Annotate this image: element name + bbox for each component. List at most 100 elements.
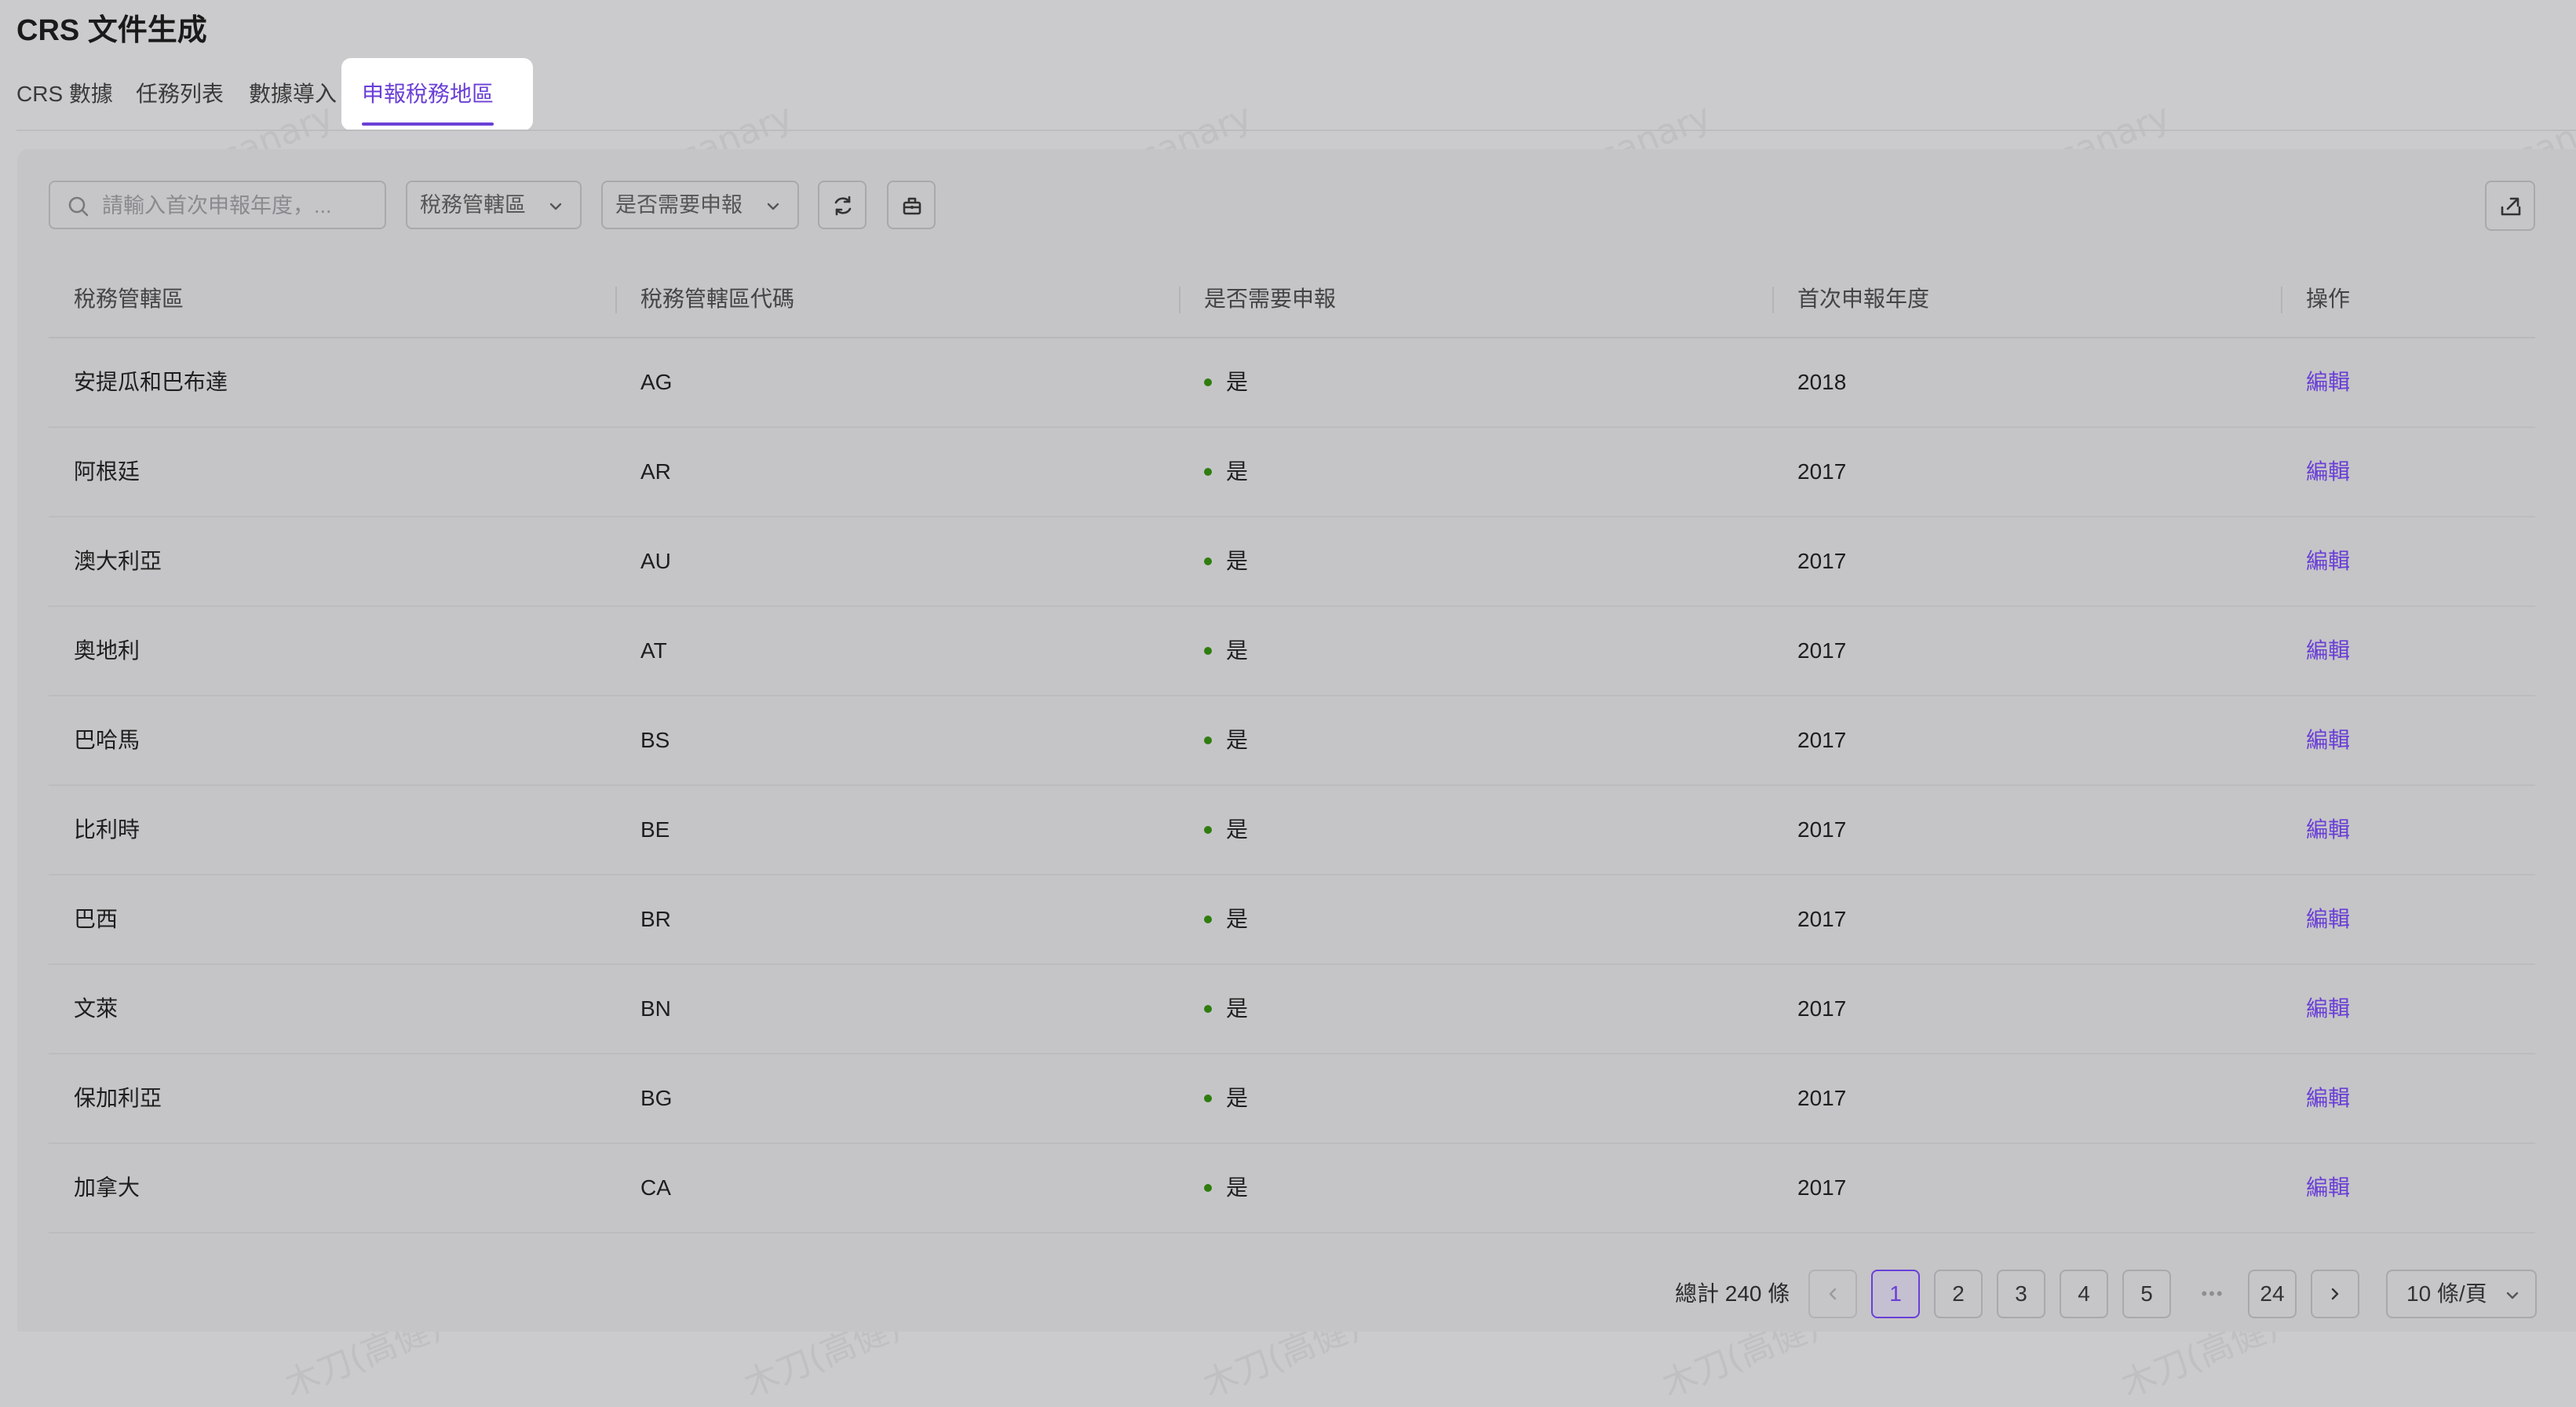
cell-code: AG: [640, 370, 673, 394]
cell-jurisdiction: 文萊: [74, 996, 119, 1021]
export-icon: [2501, 197, 2521, 216]
status-dot: [1204, 646, 1212, 655]
needs-report-value: 是: [1226, 996, 1249, 1021]
page-size-select[interactable]: 10 條/頁: [2386, 1270, 2537, 1318]
cell-code: CA: [640, 1175, 671, 1200]
cell-first-year: 2017: [1797, 549, 1847, 573]
column-header-needs-report: 是否需要申報: [1204, 287, 1337, 311]
cell-needs-report: 是: [1204, 338, 1248, 426]
table-row: 巴西 BR 是 2017 編輯: [49, 875, 2535, 965]
column-header-first-year: 首次申報年度: [1797, 287, 1930, 311]
pagination-page-5[interactable]: 5: [2122, 1270, 2171, 1318]
column-divider: [1772, 287, 1774, 313]
cell-code: BE: [640, 817, 670, 842]
cell-code: BN: [640, 996, 671, 1021]
cell-actions: 編輯: [2306, 428, 2350, 516]
clear-filter-button[interactable]: [887, 181, 936, 229]
cell-first-year: 2018: [1797, 370, 1847, 394]
edit-link[interactable]: 編輯: [2306, 817, 2350, 842]
needs-report-value: 是: [1226, 638, 1249, 663]
page-size-label: 10 條/頁: [2406, 1281, 2487, 1306]
active-tab-indicator: [362, 122, 494, 126]
cell-actions: 編輯: [2306, 696, 2350, 784]
tab-data-import[interactable]: 數據導入: [249, 58, 337, 130]
chevron-right-icon: [2331, 1288, 2339, 1299]
edit-link[interactable]: 編輯: [2306, 459, 2350, 484]
tab-task-list[interactable]: 任務列表: [136, 58, 224, 130]
pagination-ellipsis[interactable]: •••: [2192, 1270, 2233, 1318]
cell-first-year: 2017: [1797, 907, 1847, 931]
needs-report-value: 是: [1226, 549, 1249, 573]
search-input[interactable]: [100, 188, 378, 223]
needs-report-value: 是: [1226, 370, 1249, 394]
table-row: 比利時 BE 是 2017 編輯: [49, 786, 2535, 875]
tabs-divider: [16, 130, 2576, 131]
page-title: CRS 文件生成: [16, 14, 207, 47]
pagination-page-2[interactable]: 2: [1934, 1270, 1983, 1318]
column-header-code: 稅務管轄區代碼: [640, 287, 795, 311]
pagination-prev-button[interactable]: [1808, 1270, 1857, 1318]
cell-needs-report: 是: [1204, 517, 1248, 605]
edit-link[interactable]: 編輯: [2306, 549, 2350, 573]
cell-jurisdiction: 巴哈馬: [74, 728, 140, 752]
chevron-down-icon: [767, 203, 779, 210]
cell-actions: 編輯: [2306, 517, 2350, 605]
table-row: 奧地利 AT 是 2017 編輯: [49, 607, 2535, 696]
cell-first-year: 2017: [1797, 728, 1847, 752]
cell-jurisdiction: 阿根廷: [74, 459, 140, 484]
table-row: 安提瓜和巴布達 AG 是 2018 編輯: [49, 338, 2535, 428]
needs-report-filter-select[interactable]: 是否需要申報: [601, 181, 799, 229]
table-header: 稅務管轄區 稅務管轄區代碼 是否需要申報 首次申報年度 操作: [49, 261, 2535, 338]
edit-link[interactable]: 編輯: [2306, 907, 2350, 931]
cell-first-year: 2017: [1797, 638, 1847, 663]
cell-needs-report: 是: [1204, 786, 1248, 874]
cell-jurisdiction: 比利時: [74, 817, 140, 842]
cell-code: BS: [640, 728, 670, 752]
status-dot: [1204, 1183, 1212, 1192]
tab-reporting-jurisdictions[interactable]: 申報稅務地區: [341, 58, 533, 130]
edit-link[interactable]: 編輯: [2306, 1175, 2350, 1200]
column-header-jurisdiction: 稅務管轄區: [74, 287, 184, 311]
tab-crs-data[interactable]: CRS 數據: [16, 58, 113, 130]
pagination-page-3[interactable]: 3: [1997, 1270, 2045, 1318]
status-dot: [1204, 557, 1212, 565]
pagination-page-1[interactable]: 1: [1871, 1270, 1920, 1318]
edit-link[interactable]: 編輯: [2306, 370, 2350, 394]
cell-needs-report: 是: [1204, 875, 1248, 963]
table-row: 文萊 BN 是 2017 編輯: [49, 965, 2535, 1054]
edit-link[interactable]: 編輯: [2306, 638, 2350, 663]
cell-code: BR: [640, 907, 671, 931]
jurisdiction-table: 稅務管轄區 稅務管轄區代碼 是否需要申報 首次申報年度 操作 安提瓜和巴布達 AG…: [49, 261, 2535, 1233]
refresh-button[interactable]: [818, 181, 867, 229]
cell-first-year: 2017: [1797, 1175, 1847, 1200]
search-box[interactable]: [49, 181, 386, 229]
edit-link[interactable]: 編輯: [2306, 996, 2350, 1021]
table-row: 阿根廷 AR 是 2017 編輯: [49, 428, 2535, 517]
cell-first-year: 2017: [1797, 817, 1847, 842]
cell-jurisdiction: 澳大利亞: [74, 549, 162, 573]
pagination-next-button[interactable]: [2311, 1270, 2359, 1318]
cell-needs-report: 是: [1204, 607, 1248, 695]
cell-code: AU: [640, 549, 671, 573]
status-dot: [1204, 915, 1212, 923]
status-dot: [1204, 736, 1212, 744]
pagination-page-last[interactable]: 24: [2248, 1270, 2297, 1318]
clear-filter-icon: [903, 197, 921, 215]
chevron-down-icon: [2506, 1292, 2519, 1299]
cell-needs-report: 是: [1204, 428, 1248, 516]
pagination-page-4[interactable]: 4: [2060, 1270, 2108, 1318]
edit-link[interactable]: 編輯: [2306, 1086, 2350, 1110]
cell-actions: 編輯: [2306, 965, 2350, 1053]
edit-link[interactable]: 編輯: [2306, 728, 2350, 752]
jurisdiction-filter-select[interactable]: 稅務管轄區: [406, 181, 582, 229]
cell-actions: 編輯: [2306, 1144, 2350, 1232]
jurisdiction-filter-label: 稅務管轄區: [420, 193, 526, 217]
status-dot: [1204, 467, 1212, 476]
cell-needs-report: 是: [1204, 696, 1248, 784]
status-dot: [1204, 1004, 1212, 1013]
needs-report-value: 是: [1226, 817, 1249, 842]
cell-jurisdiction: 奧地利: [74, 638, 140, 663]
table-row: 巴哈馬 BS 是 2017 編輯: [49, 696, 2535, 786]
export-button[interactable]: [2485, 181, 2535, 231]
cell-needs-report: 是: [1204, 1144, 1248, 1232]
